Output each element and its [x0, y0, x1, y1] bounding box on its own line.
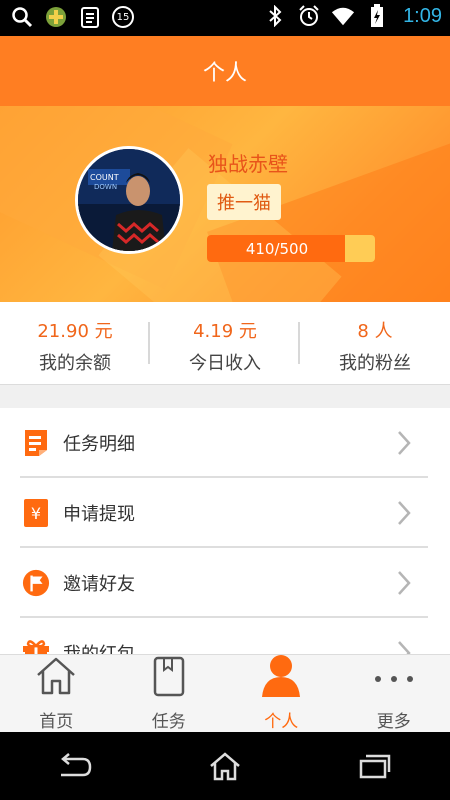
tab-label: 任务	[151, 712, 186, 732]
system-nav-bar	[0, 732, 450, 800]
page-title: 个人	[202, 61, 247, 86]
chevron-right-icon	[396, 500, 412, 526]
tab-tasks[interactable]: 任务	[113, 655, 226, 733]
menu-item-withdraw[interactable]: ¥ 申请提现	[0, 478, 450, 548]
stat-today-income[interactable]: 4.19 元 今日收入	[150, 302, 300, 384]
menu-item-label: 申请提现	[63, 504, 135, 525]
wifi-icon	[331, 4, 355, 28]
username: 独战赤壁	[208, 152, 288, 176]
menu-item-red-packet[interactable]: 我的红包	[0, 618, 450, 654]
menu-item-task-details[interactable]: 任务明细	[0, 408, 450, 478]
bluetooth-icon	[263, 4, 287, 28]
clock: 1:09	[403, 4, 442, 27]
home-nav-icon[interactable]	[195, 741, 255, 791]
book-icon	[152, 655, 186, 701]
gift-icon	[22, 638, 50, 654]
menu-item-label: 任务明细	[63, 434, 135, 455]
level-tag: 推一猫	[207, 184, 281, 220]
menu-list: 任务明细 ¥ 申请提现 邀请好友 我的红包	[0, 408, 450, 654]
tab-label: 首页	[39, 712, 74, 732]
stat-label: 我的粉丝	[339, 353, 411, 374]
stat-value: 4.19 元	[193, 321, 257, 342]
stats-row: 21.90 元 我的余额 4.19 元 今日收入 8 人 我的粉丝	[0, 302, 450, 385]
chevron-right-icon	[396, 640, 412, 654]
menu-item-invite-friends[interactable]: 邀请好友	[0, 548, 450, 618]
avatar[interactable]: COUNT DOWN	[75, 146, 183, 254]
bottom-tab-bar: 首页 任务 个人 更多	[0, 654, 450, 733]
more-icon	[371, 667, 417, 701]
status-bar: 15 1:09	[0, 0, 450, 36]
stat-label: 今日收入	[189, 353, 261, 374]
clipboard-icon	[78, 5, 102, 29]
tab-more[interactable]: 更多	[338, 655, 450, 733]
stat-fans[interactable]: 8 人 我的粉丝	[300, 302, 450, 384]
svg-text:DOWN: DOWN	[94, 183, 117, 191]
stat-value: 21.90 元	[37, 321, 113, 342]
svg-text:COUNT: COUNT	[90, 173, 119, 182]
chevron-right-icon	[396, 430, 412, 456]
search-icon[interactable]	[10, 5, 34, 29]
notification-badge: 15	[112, 6, 134, 28]
menu-item-label: 邀请好友	[63, 574, 135, 595]
tab-home[interactable]: 首页	[0, 655, 113, 733]
tab-profile[interactable]: 个人	[225, 655, 338, 733]
yen-icon: ¥	[22, 498, 50, 528]
stat-value: 8 人	[357, 321, 393, 342]
person-icon	[260, 653, 302, 701]
chevron-right-icon	[396, 570, 412, 596]
stat-balance[interactable]: 21.90 元 我的余额	[0, 302, 150, 384]
game-app-icon	[44, 5, 68, 29]
tab-label: 更多	[376, 712, 411, 732]
title-bar: 个人	[0, 36, 450, 106]
svg-text:¥: ¥	[31, 504, 41, 523]
progress-text: 410/500	[245, 239, 309, 258]
menu-item-label: 我的红包	[63, 640, 135, 654]
flag-icon	[22, 568, 50, 598]
tab-label: 个人	[264, 712, 299, 732]
stat-label: 我的余额	[39, 353, 111, 374]
task-list-icon	[22, 428, 50, 458]
progress-bar: 410/500	[207, 235, 375, 262]
home-icon	[34, 655, 78, 701]
alarm-icon	[297, 4, 321, 28]
battery-icon	[365, 4, 389, 28]
recent-apps-icon[interactable]	[345, 741, 405, 791]
back-icon[interactable]	[45, 741, 105, 791]
